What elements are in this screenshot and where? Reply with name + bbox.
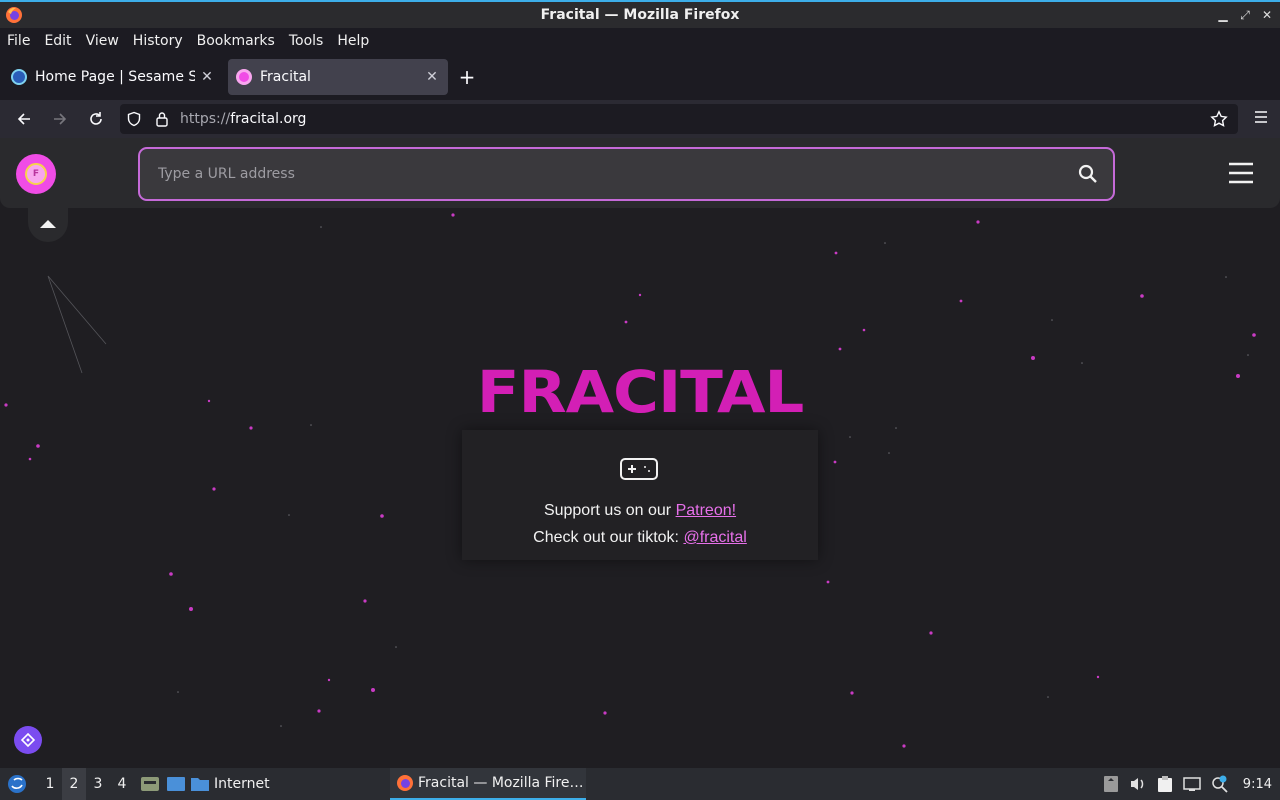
start-menu-icon[interactable] [6,773,28,795]
info-card: Support us on our Patreon! Check out our… [462,430,818,560]
tab-label: Home Page | Sesame Street [35,69,195,85]
tab-close-icon[interactable]: ✕ [424,69,440,85]
notification-icon[interactable] [1211,775,1229,793]
workspace-1[interactable]: 1 [38,776,62,792]
task-label: Fracital — Mozilla Fire… [418,775,584,791]
tab-sesame-street[interactable]: Home Page | Sesame Street ✕ [3,59,223,95]
minimize-icon[interactable]: ▁ [1218,8,1228,23]
volume-icon[interactable] [1129,776,1147,792]
tab-label: Fracital [260,69,311,85]
fracital-favicon-icon [236,69,252,85]
shield-icon[interactable] [120,111,148,127]
compass-icon [21,733,35,747]
workspace-2[interactable]: 2 [62,768,86,800]
tab-bar: Home Page | Sesame Street ✕ Fracital ✕ + [0,54,1280,100]
hamburger-menu-icon[interactable] [1228,162,1254,184]
forward-button[interactable] [42,104,78,134]
site-logo[interactable]: F [16,154,56,194]
restore-icon[interactable]: ⤢ [1240,8,1250,23]
search-button[interactable] [1063,164,1113,184]
storage-icon[interactable] [1103,775,1119,793]
web-page: F FRACITAL Support us on our Patreon! Ch… [0,138,1280,768]
tab-close-icon[interactable]: ✕ [199,69,215,85]
new-tab-button[interactable]: + [453,63,481,91]
menu-help[interactable]: Help [337,33,376,49]
menu-edit[interactable]: Edit [44,33,78,49]
arrow-right-icon [54,113,67,125]
bookmark-star-icon[interactable] [1210,110,1228,132]
system-taskbar: 1 2 3 4 Internet Fracital — Mozilla Fire… [0,768,1280,800]
desktop-icon[interactable] [166,775,186,793]
clipboard-icon[interactable] [1157,775,1173,793]
arrow-left-icon [17,113,30,125]
reload-icon [90,112,102,125]
network-icon[interactable] [1183,776,1201,792]
close-window-icon[interactable]: ✕ [1262,8,1272,23]
brand-title: FRACITAL [476,358,804,426]
search-icon [1078,164,1097,183]
window-titlebar: Fracital — Mozilla Firefox ▁ ⤢ ✕ [0,0,1280,28]
url-search-input[interactable] [140,149,1063,199]
menu-bookmarks[interactable]: Bookmarks [197,33,282,49]
menu-view[interactable]: View [86,33,126,49]
firefox-logo-icon [6,7,22,23]
plus-icon: + [458,65,476,89]
internet-label: Internet [214,776,270,792]
tiktok-line: Check out our tiktok: @fracital [533,529,747,546]
site-header: F [0,138,1280,208]
app-menu-icon[interactable] [1254,110,1268,124]
taskbar-task-firefox[interactable]: Fracital — Mozilla Fire… [390,768,586,800]
lock-icon[interactable] [148,111,176,127]
back-button[interactable] [6,104,42,134]
menu-bar: File Edit View History Bookmarks Tools H… [0,28,1280,54]
gamepad-icon [620,458,658,480]
workspace-4[interactable]: 4 [110,776,134,792]
reload-button[interactable] [78,104,114,134]
tiktok-link[interactable]: @fracital [683,529,746,546]
support-line: Support us on our Patreon! [543,502,737,519]
address-bar[interactable]: https://fracital.org [120,104,1238,134]
menu-file[interactable]: File [7,33,37,49]
menu-tools[interactable]: Tools [289,33,331,49]
folder-icon [191,778,209,791]
clock: 9:14 [1242,776,1272,792]
floating-action-button[interactable] [14,726,42,754]
window-title: Fracital — Mozilla Firefox [540,7,740,23]
internet-launcher[interactable]: Internet [190,775,270,793]
menu-history[interactable]: History [133,33,190,49]
url-text[interactable]: https://fracital.org [180,111,306,127]
navigation-bar: https://fracital.org [0,100,1280,138]
tab-fracital[interactable]: Fracital ✕ [228,59,448,95]
caret-up-icon [40,220,56,228]
firefox-icon [397,775,413,791]
url-search-box [138,147,1115,201]
workspace-3[interactable]: 3 [86,776,110,792]
fracital-logo-icon: F [25,163,47,185]
system-tray: 9:14 [1103,768,1272,800]
file-manager-icon[interactable] [140,775,160,793]
patreon-link[interactable]: Patreon! [676,502,736,519]
pbs-kids-favicon-icon [11,69,27,85]
